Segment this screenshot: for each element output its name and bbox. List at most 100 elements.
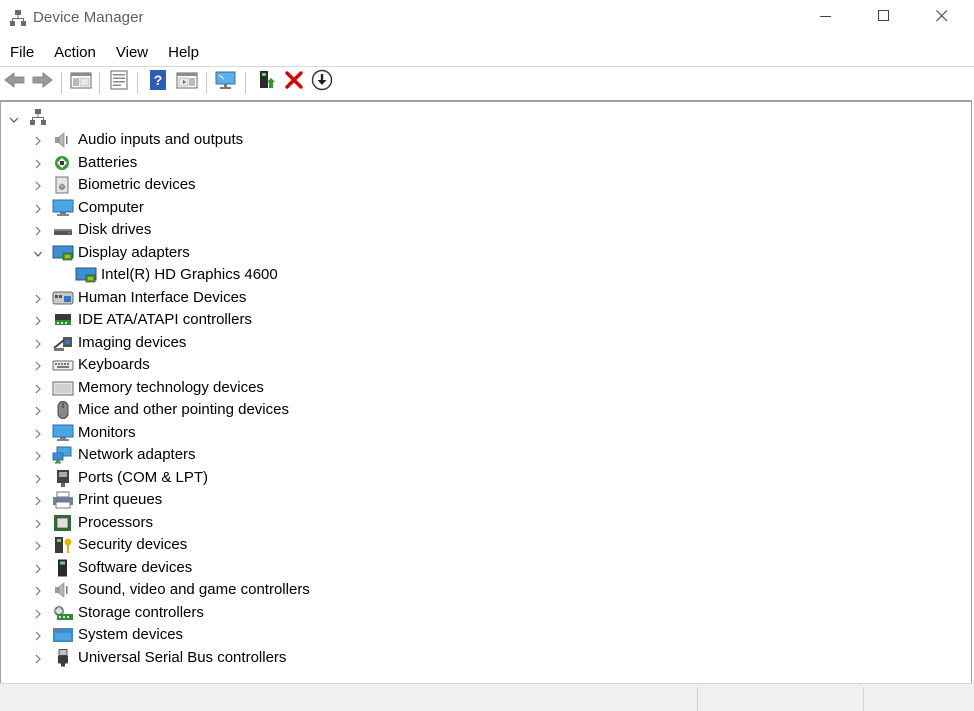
tree-item-display-adapters[interactable]: Display adapters [0, 242, 600, 264]
menu-view[interactable]: View [106, 40, 158, 65]
status-bar [0, 683, 974, 711]
tree-item-human-interface-devices[interactable]: Human Interface Devices [0, 287, 600, 309]
tree-item-label: IDE ATA/ATAPI controllers [78, 311, 252, 328]
scan-hardware-button[interactable] [214, 70, 238, 94]
menu-help[interactable]: Help [158, 40, 209, 65]
tree-item-audio-inputs-and-outputs[interactable]: Audio inputs and outputs [0, 129, 600, 151]
tree-item-label: Audio inputs and outputs [78, 131, 244, 148]
close-button[interactable] [913, 0, 971, 36]
chevron-right-icon[interactable] [33, 539, 43, 551]
tree-item-label: Display adapters [78, 243, 190, 261]
chevron-right-icon[interactable] [33, 157, 43, 169]
speaker-icon [52, 131, 72, 149]
console-tree-button[interactable] [69, 70, 93, 94]
tree-item-keyboards[interactable]: Keyboards [0, 354, 600, 376]
scan-hardware-changes-icon [214, 70, 238, 95]
status-divider [697, 687, 698, 711]
update-driver-button[interactable] [254, 70, 278, 94]
tree-item-storage-controllers[interactable]: Storage controllers [0, 602, 600, 624]
tree-item-print-queues[interactable]: Print queues [0, 489, 600, 511]
maximize-button[interactable] [855, 0, 913, 36]
port-icon [52, 469, 72, 487]
chevron-right-icon[interactable] [33, 382, 43, 394]
tree-item-software-devices[interactable]: Software devices [0, 557, 600, 579]
ide-controller-icon [52, 311, 72, 329]
action-pane-button[interactable] [175, 70, 199, 94]
tree-item-computer[interactable]: Computer [0, 197, 600, 219]
chevron-right-icon[interactable] [33, 584, 43, 596]
device-manager-icon [9, 9, 27, 27]
chevron-right-icon[interactable] [33, 179, 43, 191]
tree-item-processors[interactable]: Processors [0, 512, 600, 534]
minimize-button[interactable] [797, 0, 855, 36]
toolbar-separator [61, 72, 62, 94]
chevron-right-icon[interactable] [33, 607, 43, 619]
tree-item-security-devices[interactable]: Security devices [0, 534, 600, 556]
tree-item-label: Software devices [78, 558, 193, 576]
title-bar[interactable]: Device Manager [0, 0, 974, 38]
tree-item-intel-r-hd-graphics-4600[interactable]: Intel(R) HD Graphics 4600 [0, 264, 600, 286]
tree-item-network-adapters[interactable]: Network adapters [0, 444, 600, 466]
keyboard-icon [52, 356, 74, 374]
display-adapter-icon [75, 266, 97, 284]
uninstall-device-icon [284, 70, 304, 95]
chevron-right-icon[interactable] [33, 494, 43, 506]
help-button[interactable]: ? [146, 69, 170, 94]
tree-item-label: System devices [78, 626, 184, 643]
tree-item-batteries[interactable]: Batteries [0, 152, 600, 174]
properties-button[interactable] [107, 70, 131, 94]
show-action-pane-icon [176, 71, 198, 94]
network-icon [52, 446, 72, 464]
chevron-down-icon[interactable] [33, 247, 43, 259]
tree-item-label: Intel(R) HD Graphics 4600 [101, 266, 278, 283]
tree-item-label: Monitors [78, 423, 136, 441]
back-button[interactable] [3, 70, 27, 94]
software-device-icon [52, 559, 72, 577]
chevron-right-icon[interactable] [33, 134, 43, 146]
chevron-right-icon[interactable] [33, 652, 43, 664]
chevron-right-icon[interactable] [33, 337, 43, 349]
tree-item-label: Keyboards [78, 356, 150, 373]
tree-item-mice-and-other-pointing-devices[interactable]: Mice and other pointing devices [0, 399, 600, 421]
computer-icon [52, 199, 74, 217]
tree-item-label: Mice and other pointing devices [78, 401, 289, 418]
chevron-right-icon[interactable] [33, 517, 43, 529]
tree-item-label: Memory technology devices [78, 378, 264, 396]
tree-item-ide-ata-atapi-controllers[interactable]: IDE ATA/ATAPI controllers [0, 309, 600, 331]
tree-item-disk-drives[interactable]: Disk drives [0, 219, 600, 241]
chevron-right-icon[interactable] [33, 314, 43, 326]
tree-item-monitors[interactable]: Monitors [0, 422, 600, 444]
disable-device-button[interactable] [310, 69, 334, 94]
security-key-icon [52, 536, 72, 554]
chevron-right-icon[interactable] [33, 224, 43, 236]
forward-button[interactable] [30, 70, 54, 94]
toolbar-separator [206, 72, 207, 94]
tree-item-universal-serial-bus-controllers[interactable]: Universal Serial Bus controllers [0, 647, 600, 669]
tree-item-memory-technology-devices[interactable]: Memory technology devices [0, 377, 600, 399]
chevron-right-icon[interactable] [33, 449, 43, 461]
toolbar-separator [99, 72, 100, 94]
tree-item-ports-com-lpt[interactable]: Ports (COM & LPT) [0, 467, 600, 489]
chevron-right-icon[interactable] [33, 472, 43, 484]
menu-action[interactable]: Action [44, 40, 106, 65]
chevron-right-icon[interactable] [33, 359, 43, 371]
chevron-down-icon[interactable] [9, 112, 19, 123]
tree-item-label: Computer [78, 198, 144, 216]
tree-item-system-devices[interactable]: System devices [0, 624, 600, 646]
uninstall-device-button[interactable] [282, 70, 306, 94]
tree-item-label: Network adapters [78, 446, 196, 463]
chevron-right-icon[interactable] [33, 427, 43, 439]
chevron-right-icon[interactable] [33, 292, 43, 304]
chevron-right-icon[interactable] [33, 629, 43, 641]
menu-file[interactable]: File [0, 40, 44, 65]
tree-item-label: Disk drives [78, 221, 152, 238]
chevron-right-icon[interactable] [33, 562, 43, 574]
maximize-icon [878, 9, 890, 27]
chevron-right-icon[interactable] [33, 404, 43, 416]
tree-item-biometric-devices[interactable]: Biometric devices [0, 174, 600, 196]
tree-item-imaging-devices[interactable]: Imaging devices [0, 332, 600, 354]
tree-item-label: Processors [78, 513, 154, 531]
system-folder-icon [52, 626, 73, 644]
tree-item-sound-video-and-game-controllers[interactable]: Sound, video and game controllers [0, 579, 600, 601]
chevron-right-icon[interactable] [33, 202, 43, 214]
